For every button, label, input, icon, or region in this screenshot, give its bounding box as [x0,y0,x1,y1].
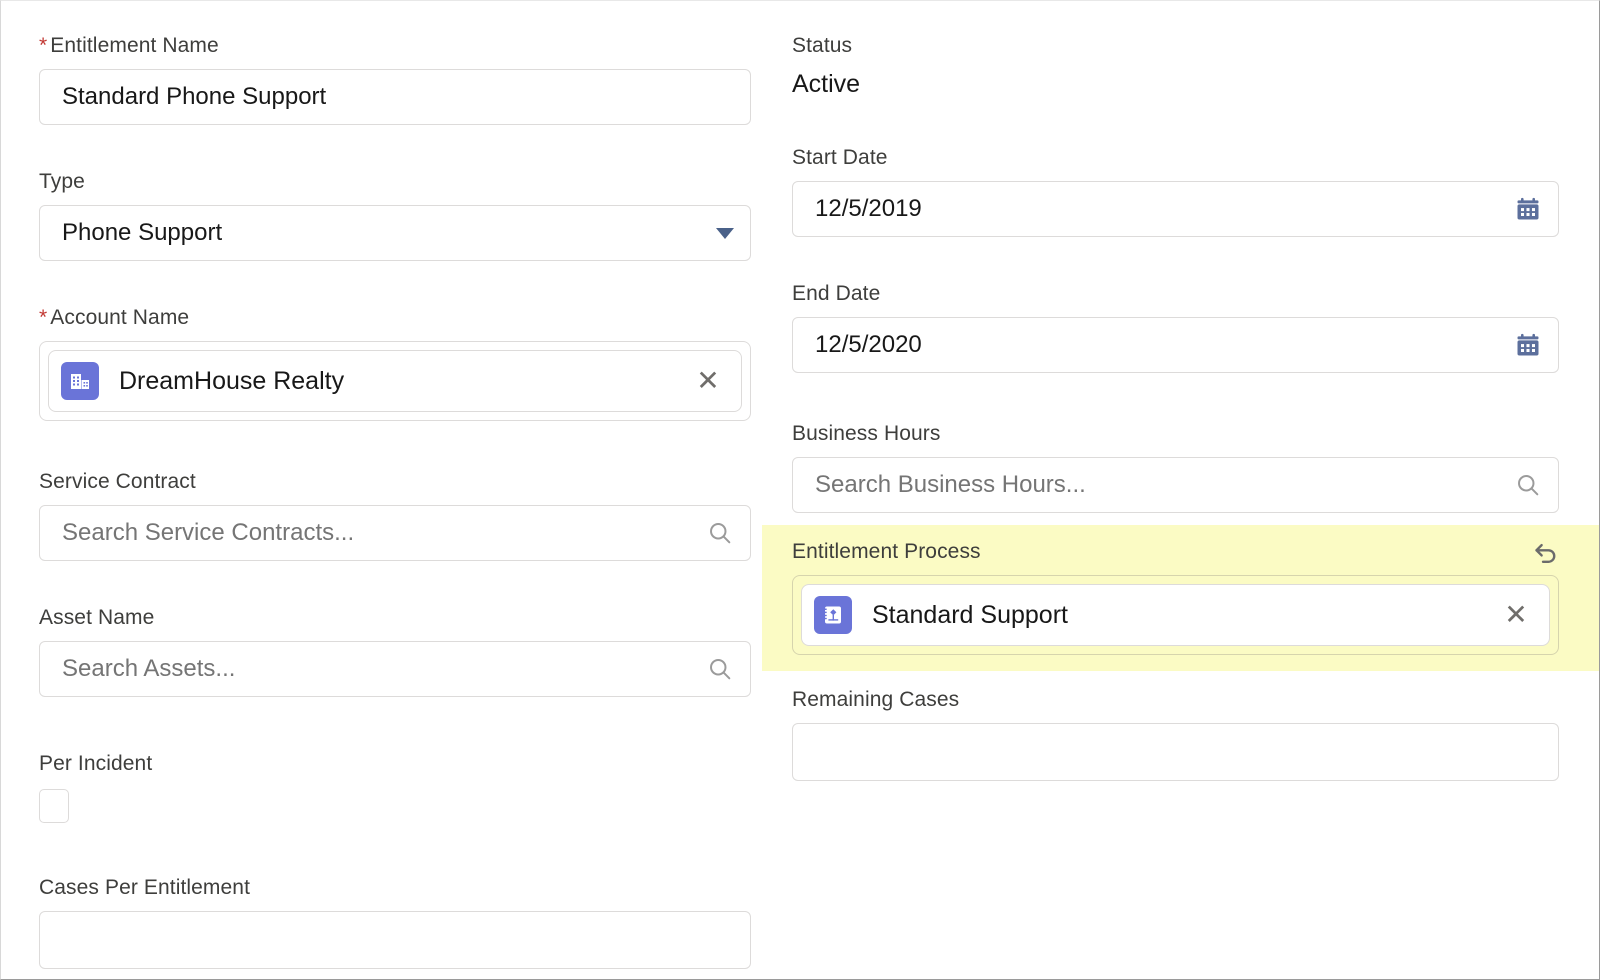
start-date-value: 12/5/2019 [815,195,922,222]
business-hours-placeholder: Search Business Hours... [815,471,1086,498]
remaining-cases-input[interactable] [792,723,1559,781]
field-entitlement-process: Entitlement Process Standard Support ✕ [762,525,1599,671]
form-right-column: Status Active Start Date 12/5/2019 End D… [762,15,1599,979]
account-name-pill[interactable]: DreamHouse Realty ✕ [48,350,742,412]
calendar-icon[interactable] [1514,331,1542,359]
end-date-value: 12/5/2020 [815,331,922,358]
start-date-input[interactable]: 12/5/2019 [792,181,1559,237]
entitlement-process-icon [814,596,852,634]
field-business-hours: Business Hours Search Business Hours... [792,421,1559,513]
account-building-icon [61,362,99,400]
type-label: Type [39,170,85,193]
per-incident-checkbox[interactable] [39,789,69,823]
search-icon[interactable] [706,519,734,547]
entitlement-edit-form: * Entitlement Name Standard Phone Support… [0,0,1600,980]
field-start-date: Start Date 12/5/2019 [792,145,1559,237]
field-asset-name: Asset Name Search Assets... [39,605,751,697]
end-date-input[interactable]: 12/5/2020 [792,317,1559,373]
end-date-label: End Date [792,282,881,305]
field-status: Status Active [792,33,1559,101]
entitlement-name-value: Standard Phone Support [62,83,327,110]
asset-name-label: Asset Name [39,606,155,629]
remaining-cases-label: Remaining Cases [792,688,960,711]
account-name-lookup[interactable]: DreamHouse Realty ✕ [39,341,751,421]
type-picklist[interactable]: Phone Support [39,205,751,261]
cases-per-entitlement-label: Cases Per Entitlement [39,876,251,899]
service-contract-label: Service Contract [39,470,196,493]
chevron-down-icon [716,227,734,239]
field-account-name: * Account Name DreamHouse Realty ✕ [39,305,751,421]
account-name-label: * Account Name [39,306,190,329]
field-cases-per-entitlement: Cases Per Entitlement [39,875,751,969]
search-icon[interactable] [1514,471,1542,499]
service-contract-placeholder: Search Service Contracts... [62,519,355,546]
close-icon[interactable]: ✕ [1501,601,1531,629]
undo-icon[interactable] [1527,533,1565,571]
business-hours-label: Business Hours [792,422,941,445]
entitlement-process-lookup[interactable]: Standard Support ✕ [792,575,1559,655]
account-name-value: DreamHouse Realty [119,366,345,395]
form-left-column: * Entitlement Name Standard Phone Support… [1,15,771,979]
asset-name-input[interactable]: Search Assets... [39,641,751,697]
required-asterisk-icon: * [39,306,48,329]
entitlement-process-value: Standard Support [872,600,1068,629]
asset-name-placeholder: Search Assets... [62,655,236,682]
status-value: Active [792,70,861,98]
field-type: Type Phone Support [39,169,751,261]
field-entitlement-name: * Entitlement Name Standard Phone Support [39,33,751,125]
status-label: Status [792,34,853,57]
required-asterisk-icon: * [39,34,48,57]
calendar-icon[interactable] [1514,195,1542,223]
field-service-contract: Service Contract Search Service Contract… [39,469,751,561]
cases-per-entitlement-input[interactable] [39,911,751,969]
entitlement-name-input[interactable]: Standard Phone Support [39,69,751,125]
entitlement-process-pill[interactable]: Standard Support ✕ [801,584,1550,646]
field-per-incident: Per Incident [39,751,751,823]
service-contract-input[interactable]: Search Service Contracts... [39,505,751,561]
close-icon[interactable]: ✕ [693,367,723,395]
start-date-label: Start Date [792,146,888,169]
field-end-date: End Date 12/5/2020 [792,281,1559,373]
field-remaining-cases: Remaining Cases [792,687,1559,781]
search-icon[interactable] [706,655,734,683]
type-selected-value: Phone Support [62,219,223,246]
business-hours-input[interactable]: Search Business Hours... [792,457,1559,513]
entitlement-name-label: * Entitlement Name [39,34,219,57]
per-incident-label: Per Incident [39,752,153,775]
entitlement-process-label: Entitlement Process [792,540,981,563]
